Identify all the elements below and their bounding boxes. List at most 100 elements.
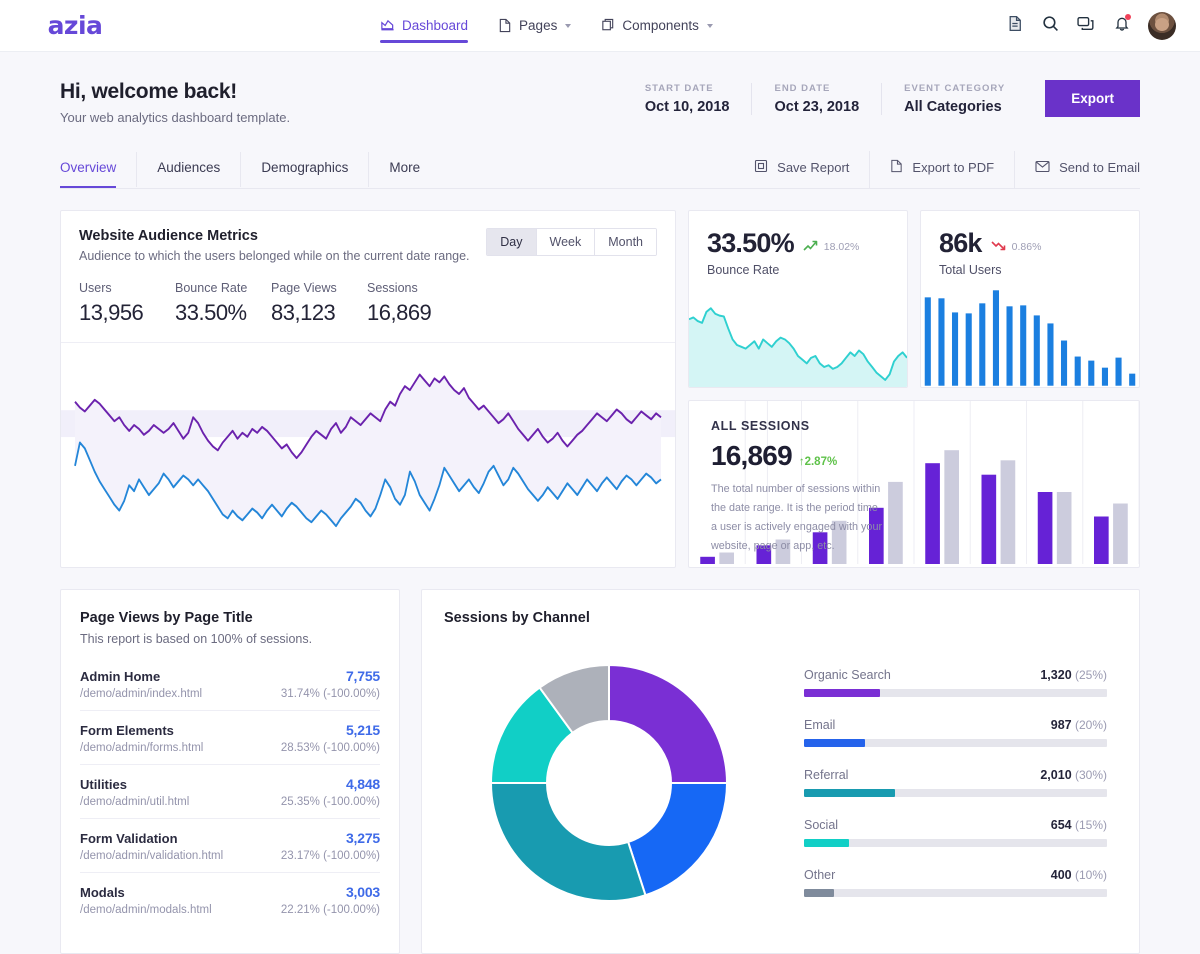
- list-item[interactable]: Form Validation3,275 /demo/admin/validat…: [80, 818, 380, 872]
- total-users-header: 86k 0.86% Total Users: [921, 211, 1139, 277]
- metric-users: Users 13,956: [79, 281, 175, 326]
- range-toggle-week[interactable]: Week: [537, 229, 596, 255]
- filter-end-date-value: Oct 23, 2018: [774, 99, 859, 115]
- bounce-rate-card: 33.50% 18.02% Bounce Rate: [688, 210, 908, 388]
- page-views-title: Page Views by Page Title: [80, 610, 380, 626]
- bounce-rate-value-row: 33.50% 18.02%: [707, 228, 889, 259]
- tab-audiences[interactable]: Audiences: [137, 152, 241, 187]
- donut-chart-wrapper: [444, 655, 774, 911]
- list-item[interactable]: Utilities4,848 /demo/admin/util.html25.3…: [80, 764, 380, 818]
- trend-up-icon: [803, 239, 820, 255]
- all-sessions-description: The total number of sessions within the …: [711, 480, 886, 556]
- range-toggle-day[interactable]: Day: [487, 229, 536, 255]
- export-pdf-button[interactable]: Export to PDF: [870, 151, 1015, 188]
- legend-progress-track: [804, 789, 1107, 797]
- header-filters: START DATE Oct 10, 2018 END DATE Oct 23,…: [645, 80, 1140, 117]
- export-pdf-label: Export to PDF: [912, 160, 994, 175]
- legend-progress-fill: [804, 889, 834, 897]
- send-email-button[interactable]: Send to Email: [1015, 151, 1140, 188]
- list-item[interactable]: Form Elements5,215 /demo/admin/forms.htm…: [80, 710, 380, 764]
- legend-value: 400: [1051, 868, 1072, 882]
- page-views-row-name: Admin Home: [80, 669, 160, 684]
- page-views-row-name: Modals: [80, 885, 125, 900]
- page-views-row-name: Form Elements: [80, 723, 174, 738]
- legend-item-referral[interactable]: Referral2,010 (30%): [804, 768, 1107, 797]
- brand-logo[interactable]: azia: [0, 11, 150, 40]
- page-views-row-name: Form Validation: [80, 831, 178, 846]
- all-sessions-card: ALL SESSIONS 16,869 ↑2.87% The total num…: [688, 400, 1140, 568]
- all-sessions-label: ALL SESSIONS: [711, 419, 886, 433]
- tab-list: Overview Audiences Demographics More: [60, 152, 440, 187]
- metric-bounce-rate-label: Bounce Rate: [175, 281, 271, 295]
- page-views-row-url: /demo/admin/forms.html: [80, 742, 203, 754]
- save-report-button[interactable]: Save Report: [734, 151, 870, 188]
- page-views-row-pct: 25.35% (-100.00%): [281, 796, 380, 808]
- legend-pct: (25%): [1075, 668, 1107, 682]
- page-views-row-pct: 28.53% (-100.00%): [281, 742, 380, 754]
- dashboard-row-secondary: Page Views by Page Title This report is …: [60, 589, 1140, 954]
- page-views-card: Page Views by Page Title This report is …: [60, 589, 400, 954]
- sessions-donut-chart: [481, 655, 737, 911]
- send-email-label: Send to Email: [1059, 160, 1140, 175]
- filter-end-date[interactable]: END DATE Oct 23, 2018: [751, 83, 881, 115]
- legend-progress-fill: [804, 739, 865, 747]
- page-views-row-count: 4,848: [346, 776, 380, 792]
- export-button[interactable]: Export: [1045, 80, 1140, 117]
- page-title: Hi, welcome back!: [60, 80, 290, 104]
- page-views-row-url: /demo/admin/index.html: [80, 688, 202, 700]
- nav-item-pages[interactable]: Pages: [498, 0, 571, 52]
- search-icon[interactable]: [1042, 15, 1059, 37]
- chart-area-icon: [380, 18, 395, 33]
- all-sessions-delta-value: 2.87%: [805, 456, 838, 468]
- metric-users-value: 13,956: [79, 300, 175, 326]
- range-toggle-month[interactable]: Month: [595, 229, 656, 255]
- bounce-rate-header: 33.50% 18.02% Bounce Rate: [689, 211, 907, 277]
- filter-event-category[interactable]: EVENT CATEGORY All Categories: [881, 83, 1027, 115]
- nav-item-pages-label: Pages: [519, 18, 557, 33]
- total-users-delta-value: 0.86%: [1012, 241, 1042, 253]
- save-report-label: Save Report: [777, 160, 849, 175]
- metric-sessions-value: 16,869: [367, 300, 463, 326]
- report-tools: Save Report Export to PDF Send to Email: [734, 151, 1140, 188]
- tabs-toolbar: Overview Audiences Demographics More Sav…: [60, 151, 1140, 189]
- legend-item-other[interactable]: Other400 (10%): [804, 868, 1107, 897]
- audience-dual-line-chart: [61, 343, 675, 567]
- list-item[interactable]: Admin Home7,755 /demo/admin/index.html31…: [80, 659, 380, 710]
- sessions-by-channel-title: Sessions by Channel: [444, 610, 1117, 626]
- legend-progress-track: [804, 839, 1107, 847]
- bounce-rate-value: 33.50%: [707, 228, 794, 259]
- legend-name: Referral: [804, 768, 848, 782]
- mini-stat-row: 33.50% 18.02% Bounce Rate: [688, 210, 1140, 388]
- document-icon[interactable]: [1007, 15, 1024, 37]
- metric-bounce-rate-value: 33.50%: [175, 300, 271, 326]
- legend-name: Organic Search: [804, 668, 891, 682]
- nav-item-dashboard[interactable]: Dashboard: [380, 0, 468, 52]
- audience-card-header: Website Audience Metrics Audience to whi…: [61, 211, 675, 263]
- dashboard-right-column: 33.50% 18.02% Bounce Rate: [688, 210, 1140, 568]
- bell-icon[interactable]: [1114, 15, 1130, 37]
- legend-item-social[interactable]: Social654 (15%): [804, 818, 1107, 847]
- chat-icon[interactable]: [1077, 15, 1096, 37]
- nav-item-components[interactable]: Components: [601, 0, 713, 52]
- legend-pct: (15%): [1075, 818, 1107, 832]
- legend-item-organic-search[interactable]: Organic Search1,320 (25%): [804, 668, 1107, 697]
- legend-progress-track: [804, 739, 1107, 747]
- list-item[interactable]: Modals3,003 /demo/admin/modals.html22.21…: [80, 872, 380, 926]
- legend-item-email[interactable]: Email987 (20%): [804, 718, 1107, 747]
- file-icon: [498, 18, 512, 33]
- tab-overview[interactable]: Overview: [60, 152, 137, 187]
- tab-demographics[interactable]: Demographics: [241, 152, 369, 187]
- page-views-list: Admin Home7,755 /demo/admin/index.html31…: [80, 659, 380, 926]
- page-content: Hi, welcome back! Your web analytics das…: [0, 52, 1200, 954]
- legend-pct: (10%): [1075, 868, 1107, 882]
- legend-value: 2,010: [1040, 768, 1071, 782]
- bounce-rate-label: Bounce Rate: [707, 263, 889, 277]
- page-views-row-pct: 22.21% (-100.00%): [281, 904, 380, 916]
- all-sessions-value: 16,869: [711, 440, 792, 472]
- page-subtitle: Your web analytics dashboard template.: [60, 110, 290, 125]
- filter-start-date[interactable]: START DATE Oct 10, 2018: [645, 83, 752, 115]
- tab-more[interactable]: More: [369, 152, 440, 187]
- legend-pct: (20%): [1075, 718, 1107, 732]
- avatar[interactable]: [1148, 12, 1176, 40]
- total-users-delta: 0.86%: [991, 239, 1042, 255]
